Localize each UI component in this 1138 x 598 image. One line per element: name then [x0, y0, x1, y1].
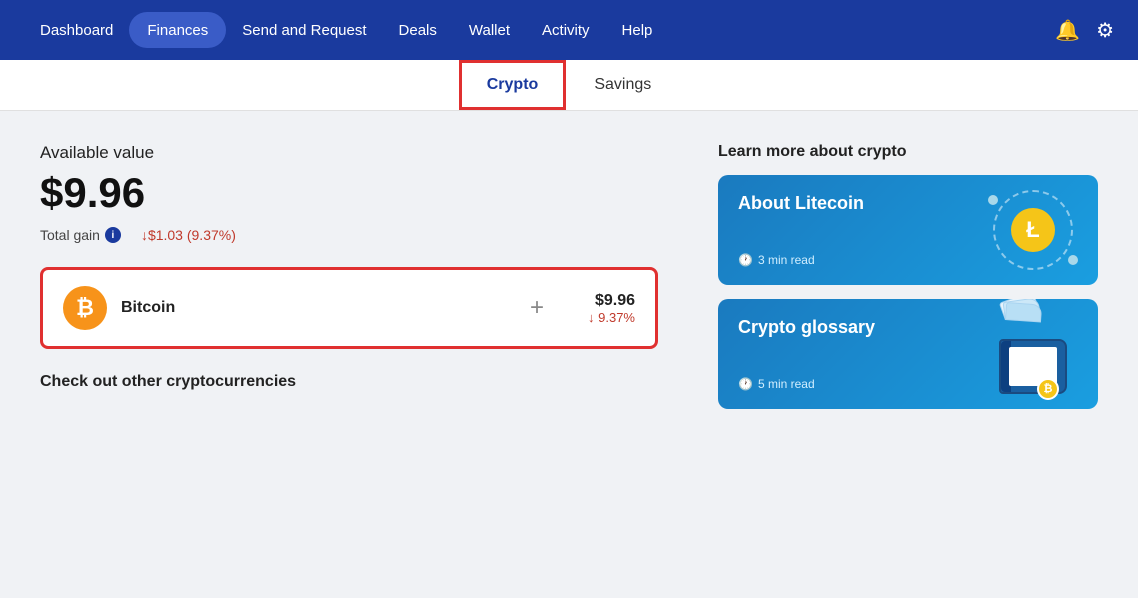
ltc-dot1	[988, 195, 998, 205]
about-litecoin-illustration: Ł	[968, 175, 1098, 285]
bitcoin-add-button[interactable]: +	[530, 294, 544, 322]
book-coin: ₿	[1037, 378, 1059, 400]
right-panel: Learn more about crypto About Litecoin 🕐…	[718, 143, 1098, 573]
nav-dashboard[interactable]: Dashboard	[24, 0, 129, 60]
clock-icon-2: 🕐	[738, 377, 753, 391]
litecoin-graphic: Ł	[983, 190, 1083, 270]
fan-page-3	[1005, 302, 1042, 322]
nav-deals[interactable]: Deals	[383, 0, 453, 60]
book-graphic: ₿	[988, 314, 1078, 394]
subnav-crypto[interactable]: Crypto	[459, 60, 567, 110]
available-value: $9.96	[40, 169, 658, 217]
check-other-label: Check out other cryptocurrencies	[40, 373, 658, 391]
subnav-savings[interactable]: Savings	[566, 60, 679, 110]
bitcoin-pct-value: ↓ 9.37%	[588, 310, 635, 325]
clock-icon: 🕐	[738, 253, 753, 267]
bitcoin-name: Bitcoin	[121, 299, 486, 317]
ltc-dot2	[1068, 255, 1078, 265]
bitcoin-value-col: $9.96 ↓ 9.37%	[588, 292, 635, 325]
nav-finances[interactable]: Finances	[129, 12, 226, 48]
bitcoin-icon: ₿	[63, 286, 107, 330]
bitcoin-usd-value: $9.96	[588, 292, 635, 310]
nav-wallet[interactable]: Wallet	[453, 0, 526, 60]
settings-gear-icon[interactable]: ⚙	[1096, 18, 1114, 43]
crypto-glossary-content: Crypto glossary 🕐 5 min read	[718, 299, 968, 409]
ltc-coin: Ł	[1011, 208, 1055, 252]
about-litecoin-title: About Litecoin	[738, 193, 948, 214]
bitcoin-card[interactable]: ₿ Bitcoin + $9.96 ↓ 9.37%	[40, 267, 658, 349]
total-gain-row: Total gain i ↓$1.03 (9.37%)	[40, 227, 658, 243]
crypto-glossary-illustration: ₿	[968, 299, 1098, 409]
nav-send-request[interactable]: Send and Request	[226, 0, 382, 60]
book-fan	[998, 300, 1048, 320]
total-gain-value: ↓$1.03 (9.37%)	[141, 227, 236, 243]
nav-help[interactable]: Help	[606, 0, 669, 60]
available-label: Available value	[40, 143, 658, 163]
navbar: Dashboard Finances Send and Request Deal…	[0, 0, 1138, 60]
about-litecoin-card[interactable]: About Litecoin 🕐 3 min read Ł	[718, 175, 1098, 285]
learn-more-label: Learn more about crypto	[718, 143, 1098, 161]
nav-activity[interactable]: Activity	[526, 0, 606, 60]
main-content: Available value $9.96 Total gain i ↓$1.0…	[0, 111, 1138, 593]
about-litecoin-content: About Litecoin 🕐 3 min read	[718, 175, 968, 285]
crypto-glossary-title: Crypto glossary	[738, 317, 948, 338]
total-gain-label: Total gain i	[40, 227, 121, 243]
about-litecoin-time: 🕐 3 min read	[738, 253, 948, 267]
nav-icons: 🔔 ⚙	[1055, 18, 1114, 43]
total-gain-info-icon[interactable]: i	[105, 227, 121, 243]
crypto-glossary-time: 🕐 5 min read	[738, 377, 948, 391]
crypto-glossary-card[interactable]: Crypto glossary 🕐 5 min read	[718, 299, 1098, 409]
book-body: ₿	[999, 339, 1067, 394]
subnav: Crypto Savings	[0, 60, 1138, 111]
notification-bell-icon[interactable]: 🔔	[1055, 18, 1080, 43]
left-panel: Available value $9.96 Total gain i ↓$1.0…	[40, 143, 658, 573]
